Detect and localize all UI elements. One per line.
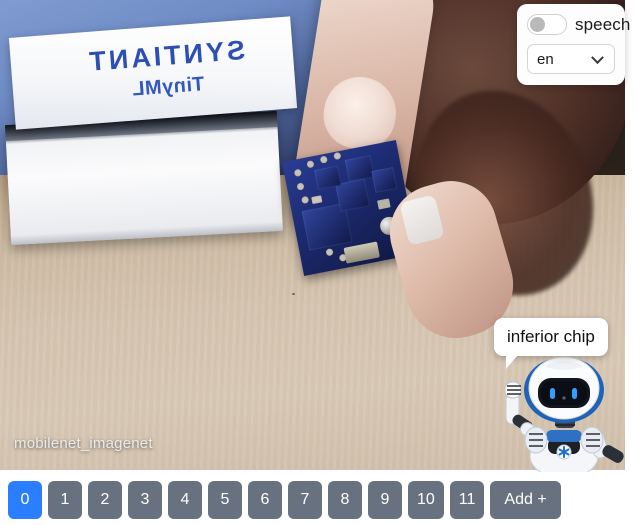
desk-speck — [292, 293, 295, 295]
speech-settings-panel: speech en — [517, 4, 630, 85]
class-button-11[interactable]: 11 — [449, 480, 485, 519]
toggle-knob — [530, 17, 545, 32]
assistant-speech-bubble: inferior chip — [494, 318, 608, 369]
class-button-6[interactable]: 6 — [248, 480, 282, 519]
speech-toggle-switch[interactable] — [527, 14, 567, 35]
app-root: SYNTIANT TinyML mobilenet_imagenet infer… — [0, 0, 639, 525]
product-box-lower — [5, 110, 283, 246]
class-button-10[interactable]: 10 — [408, 480, 444, 519]
class-button-1[interactable]: 1 — [48, 480, 82, 519]
add-class-button[interactable]: Add + — [490, 480, 561, 519]
speech-toggle-row: speech — [527, 14, 630, 35]
class-button-7[interactable]: 7 — [288, 480, 322, 519]
class-button-3[interactable]: 3 — [128, 480, 162, 519]
class-button-8[interactable]: 8 — [328, 480, 362, 519]
language-select[interactable]: en — [527, 44, 615, 74]
class-button-2[interactable]: 2 — [88, 480, 122, 519]
chevron-down-icon — [591, 51, 604, 65]
class-button-0[interactable]: 0 — [8, 480, 42, 519]
class-button-5[interactable]: 5 — [208, 480, 242, 519]
model-name-overlay: mobilenet_imagenet — [14, 435, 153, 452]
language-select-value: en — [537, 50, 554, 68]
speech-toggle-label: speech — [575, 14, 631, 34]
class-button-bar: 0 1 2 3 4 5 6 7 8 9 10 11 Add + — [0, 474, 639, 525]
class-button-9[interactable]: 9 — [368, 480, 402, 519]
class-button-4[interactable]: 4 — [168, 480, 202, 519]
robot-mascot-icon — [496, 352, 632, 479]
